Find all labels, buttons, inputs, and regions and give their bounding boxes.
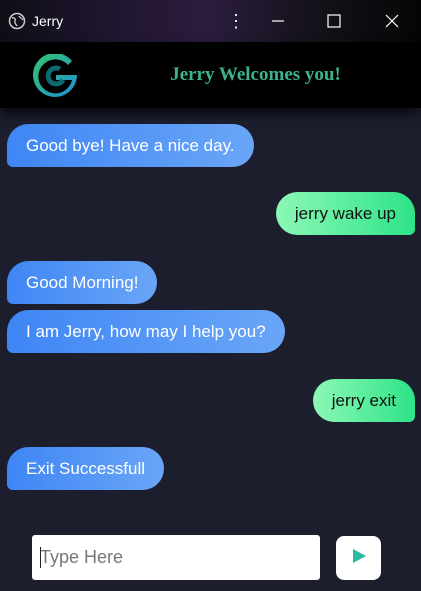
bot-message: Good Morning! <box>7 261 158 304</box>
send-button[interactable] <box>336 536 381 580</box>
text-caret <box>40 547 41 568</box>
g-logo-icon <box>30 52 80 98</box>
globe-icon <box>8 12 26 30</box>
window-title: Jerry <box>32 13 64 29</box>
message-input[interactable] <box>32 535 320 580</box>
welcome-title: Jerry Welcomes you! <box>170 64 341 85</box>
send-icon <box>350 547 368 570</box>
bot-message: I am Jerry, how may I help you? <box>7 310 285 353</box>
minimize-icon[interactable] <box>250 0 306 42</box>
close-icon[interactable] <box>364 0 420 42</box>
user-message: jerry exit <box>312 379 415 422</box>
bot-message: Exit Successfull <box>7 447 165 490</box>
user-message: jerry wake up <box>275 192 415 235</box>
bot-message: Good bye! Have a nice day. <box>7 124 254 167</box>
maximize-icon[interactable] <box>306 0 362 42</box>
title-bar: Jerry ⋮ <box>0 0 421 42</box>
app-header: Jerry Welcomes you! <box>0 42 421 108</box>
more-options-icon[interactable]: ⋮ <box>226 8 246 34</box>
